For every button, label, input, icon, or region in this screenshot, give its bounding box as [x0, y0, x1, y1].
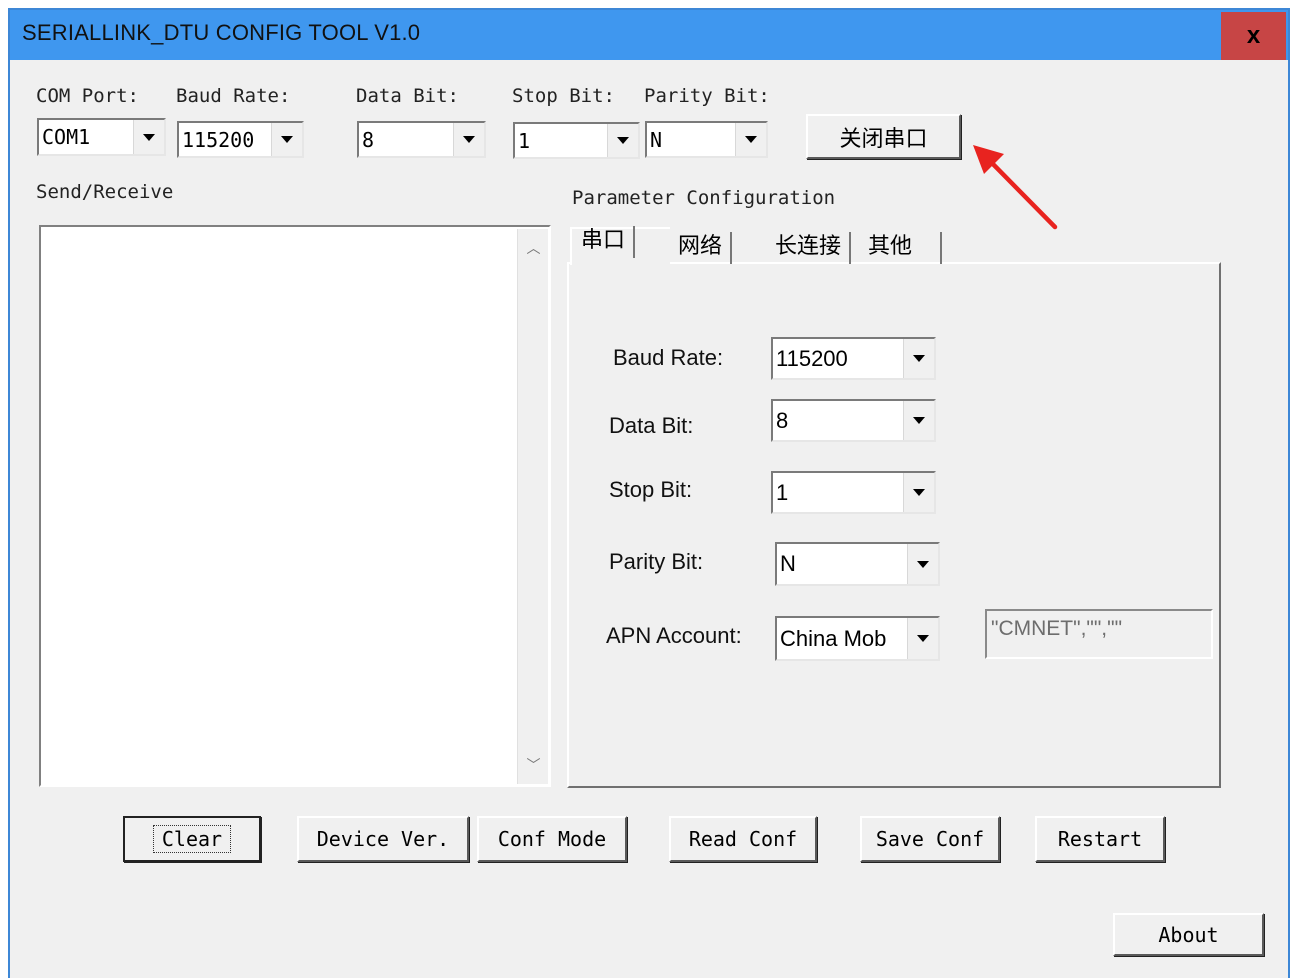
save-conf-button[interactable]: Save Conf [860, 816, 1000, 862]
device-ver-button[interactable]: Device Ver. [297, 816, 469, 862]
stop-bit-label: Stop Bit: [512, 85, 615, 107]
param-data-bit-select[interactable]: 8 [771, 399, 936, 442]
baud-rate-label: Baud Rate: [176, 85, 291, 107]
about-button[interactable]: About [1113, 913, 1264, 956]
conf-mode-button[interactable]: Conf Mode [477, 816, 627, 862]
tab-serial[interactable]: 串口 [573, 226, 636, 258]
data-bit-select[interactable]: 8 [357, 121, 486, 158]
clear-button[interactable]: Clear [123, 816, 261, 862]
chevron-up-icon[interactable]: ︿ [519, 231, 548, 265]
red-arrow-icon [973, 145, 1058, 230]
dropdown-arrow-icon[interactable] [907, 544, 938, 584]
param-parity-bit-select[interactable]: N [775, 542, 940, 586]
dropdown-arrow-icon[interactable] [607, 124, 638, 157]
dropdown-arrow-icon[interactable] [735, 123, 766, 156]
dropdown-arrow-icon[interactable] [903, 401, 934, 440]
dropdown-arrow-icon[interactable] [453, 123, 484, 156]
send-receive-textarea[interactable] [39, 225, 551, 787]
read-conf-button[interactable]: Read Conf [669, 816, 817, 862]
dropdown-arrow-icon[interactable] [903, 339, 934, 378]
close-button[interactable]: x [1221, 12, 1286, 60]
com-port-select[interactable]: COM1 [37, 118, 166, 156]
vertical-scrollbar[interactable]: ︿ ﹀ [517, 229, 548, 784]
param-parity-bit-label: Parity Bit: [609, 549, 704, 574]
param-apn-select[interactable]: China Mob [775, 616, 940, 661]
param-baud-rate-label: Baud Rate: [613, 345, 724, 370]
dropdown-arrow-icon[interactable] [271, 123, 302, 156]
send-receive-label: Send/Receive [36, 181, 174, 203]
tab-long-connection[interactable]: 长连接 [767, 232, 852, 264]
stop-bit-select[interactable]: 1 [513, 122, 640, 159]
window-title: SERIALLINK_DTU CONFIG TOOL V1.0 [22, 20, 421, 45]
close-port-button[interactable]: 关闭串口 [806, 114, 961, 159]
com-port-label: COM Port: [36, 85, 139, 107]
restart-button[interactable]: Restart [1035, 816, 1165, 862]
parity-bit-label: Parity Bit: [644, 85, 770, 107]
param-stop-bit-label: Stop Bit: [609, 477, 693, 502]
baud-rate-select[interactable]: 115200 [177, 121, 304, 158]
param-stop-bit-select[interactable]: 1 [771, 471, 936, 514]
apn-string-field: "CMNET","","" [985, 609, 1213, 659]
data-bit-label: Data Bit: [356, 85, 459, 107]
param-apn-label: APN Account: [606, 623, 742, 648]
parity-bit-select[interactable]: N [645, 121, 768, 158]
dropdown-arrow-icon[interactable] [903, 473, 934, 512]
dropdown-arrow-icon[interactable] [907, 618, 938, 659]
parameter-configuration-label: Parameter Configuration [572, 187, 836, 209]
chevron-down-icon[interactable]: ﹀ [519, 748, 548, 782]
tab-other[interactable]: 其他 [860, 232, 943, 264]
param-data-bit-label: Data Bit: [609, 413, 694, 438]
param-baud-rate-select[interactable]: 115200 [771, 337, 936, 380]
tab-network[interactable]: 网络 [670, 232, 733, 264]
dropdown-arrow-icon[interactable] [133, 120, 164, 154]
